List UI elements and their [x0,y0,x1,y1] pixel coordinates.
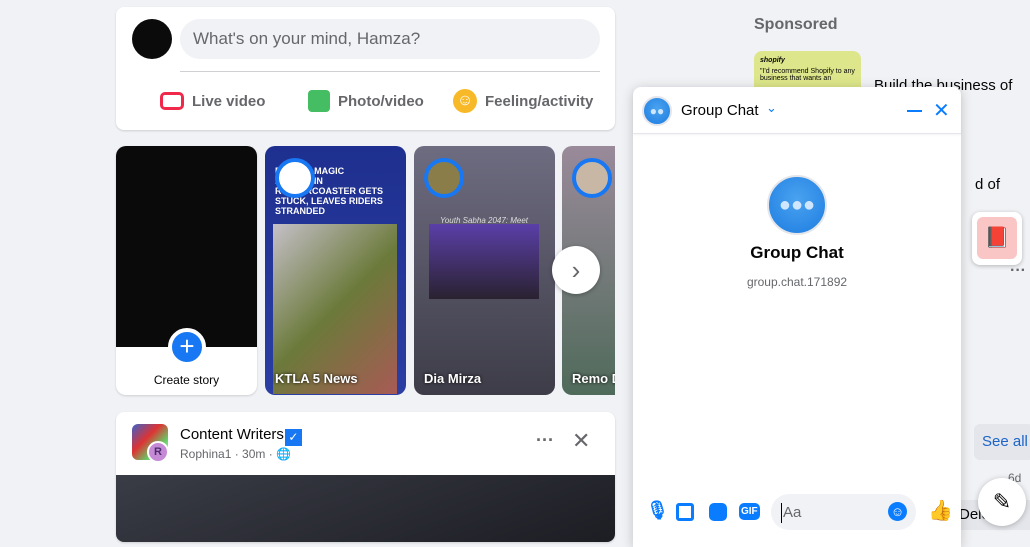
new-message-button[interactable]: ✎ [978,478,1026,526]
checkbox-emoji-icon: ✓ [284,429,302,446]
photo-video-button[interactable]: Photo/video [308,87,424,115]
ad-title[interactable]: d of [960,176,1000,193]
compose-icon: ✎ [992,489,1012,514]
globe-icon: 🌐 [276,447,292,461]
story-avatar [572,158,612,198]
avatar[interactable] [132,19,172,59]
author-avatar[interactable]: R [147,441,169,463]
microphone-icon[interactable]: 🎙 [646,500,669,521]
sponsored-heading: Sponsored [754,16,838,33]
group-name[interactable]: Content Writers ✓ [180,426,302,446]
more-options-icon[interactable]: ··· [1010,262,1026,280]
post-composer: What's on your mind, Hamza? Live video P… [116,7,615,130]
chat-header[interactable]: ●● Group Chat ⌄ ✕ [633,87,961,134]
chat-window: ●● Group Chat ⌄ ✕ ●●● Group Chat group.c… [633,87,961,547]
group-username: group.chat.171892 [746,275,848,289]
emoji-icon[interactable]: ☺ [888,502,907,521]
story-card[interactable]: PORTLA MAGIC MOUNTAIN ROLLERCOASTER GETS… [265,146,406,395]
extension-button[interactable]: 📕 [972,212,1022,265]
gif-button[interactable]: GIF [739,503,760,520]
story-image [429,224,539,299]
sticker-icon[interactable] [709,503,727,521]
status-input[interactable]: What's on your mind, Hamza? [180,19,600,59]
more-options-icon[interactable]: ··· [536,430,554,451]
live-video-icon [160,92,184,110]
chevron-down-icon[interactable]: ⌄ [766,100,777,116]
see-all-button[interactable]: See all [974,424,1030,460]
plus-icon: + [168,328,206,366]
close-icon[interactable]: ✕ [572,428,590,454]
group-name: Group Chat [750,243,844,262]
message-input[interactable]: Aa ☺ [771,494,916,530]
feeling-activity-button[interactable]: ☺ Feeling/activity [453,87,593,115]
group-avatar-icon: ●●● [767,175,827,235]
minimize-icon[interactable] [907,110,922,112]
create-story-card[interactable]: + Create story [116,146,257,395]
photo-icon[interactable] [676,503,694,521]
post-media[interactable] [116,475,615,542]
post-meta: Rophina1 · 30m · 🌐 [180,447,292,461]
next-stories-button[interactable]: › [552,246,600,294]
book-alert-icon: 📕 [977,217,1017,259]
thumbs-up-icon[interactable]: 👍 [928,498,953,523]
story-card[interactable]: Youth Sabha 2047: Meet India's Big Stepp… [414,146,555,395]
group-avatar-icon: ●● [642,96,672,126]
story-avatar [275,158,315,198]
feed-post: R Content Writers ✓ Rophina1 · 30m · 🌐 ··… [116,412,615,542]
story-image [273,224,397,394]
create-story-label: Create story [153,373,220,387]
feeling-icon: ☺ [453,89,477,113]
photo-icon [308,90,330,112]
divider [180,71,600,72]
chat-title[interactable]: Group Chat [681,102,759,119]
close-icon[interactable]: ✕ [933,98,950,123]
story-avatar [424,158,464,198]
live-video-button[interactable]: Live video [160,87,265,115]
